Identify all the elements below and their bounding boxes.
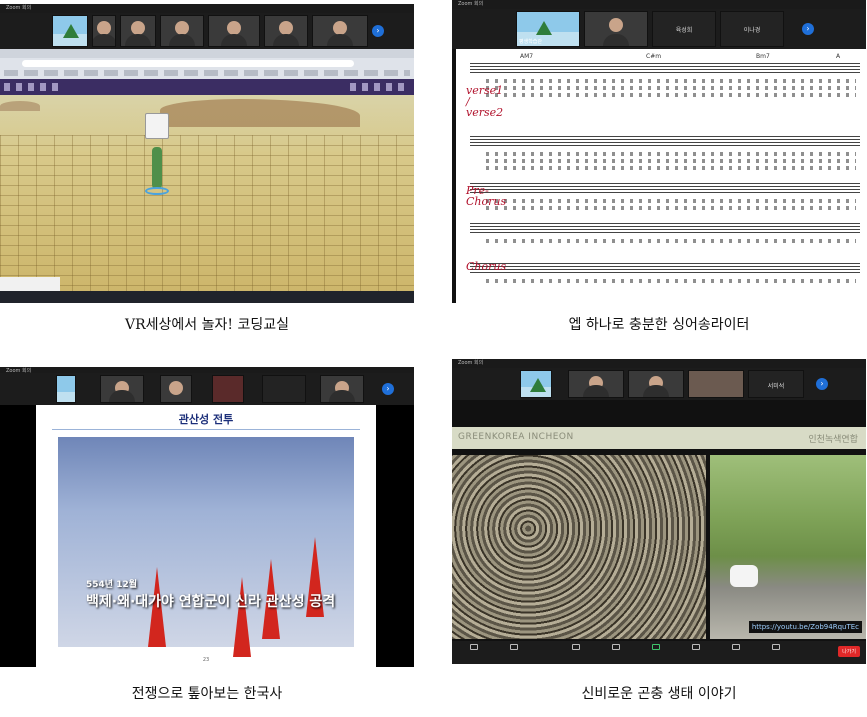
microphone-icon	[470, 644, 478, 650]
browser-chrome	[0, 49, 414, 79]
slide-title: 관산성 전투	[178, 413, 234, 426]
participant-tile[interactable]	[262, 375, 306, 403]
insect-photo	[452, 455, 706, 639]
caption-insect: 신비로운 곤충 생태 이야기	[581, 686, 737, 702]
sheet-music: verse1 / verse2 Pre-Chorus Chorus AM7 C#…	[456, 49, 866, 303]
presentation-slide: 관산성 전투 554년 12월 백제·왜·대가야 연합군이 신라 관산성 공격 …	[36, 405, 376, 667]
caption-vr: VR세상에서 놀자! 코딩교실	[125, 317, 289, 333]
subtitle-date: 554년 12월	[86, 580, 138, 590]
participant-strip: ›	[0, 373, 414, 405]
annotation-verse: verse1 / verse2	[466, 84, 504, 119]
chord-label: A	[836, 53, 841, 60]
participant-tile[interactable]	[212, 375, 244, 403]
chord-label: AM7	[520, 53, 534, 60]
next-page-icon[interactable]: ›	[802, 23, 814, 35]
annotation-chorus: Chorus	[466, 260, 507, 273]
bookmarks-bar	[4, 70, 410, 76]
participant-tile[interactable]	[628, 370, 684, 398]
brand-right: 인천녹색연합	[808, 435, 858, 445]
captions-button[interactable]	[678, 644, 714, 652]
zoom-controls-bar: 나가기	[452, 641, 866, 664]
participant-tile[interactable]: 이나경	[720, 11, 784, 47]
zoom-titlebar: Zoom 회의	[452, 0, 866, 9]
caption-song: 엡 하나로 충분한 싱어송라이터	[568, 317, 750, 333]
windows-taskbar	[0, 291, 414, 303]
vr-editor-toolbar	[0, 79, 414, 95]
brand-left: GREENKOREA INCHEON	[458, 432, 574, 442]
address-bar[interactable]	[22, 60, 354, 67]
transform-gizmo[interactable]	[145, 113, 169, 139]
leave-meeting-button[interactable]: 나가기	[838, 646, 860, 657]
avatar-character[interactable]	[152, 147, 162, 189]
next-page-icon[interactable]: ›	[816, 378, 828, 390]
participant-tile[interactable]	[584, 11, 648, 47]
participant-tile[interactable]	[100, 375, 144, 403]
share-screen-button[interactable]	[638, 644, 674, 652]
participant-tile[interactable]	[568, 370, 624, 398]
camera-icon	[510, 644, 518, 650]
participant-tile[interactable]	[208, 15, 260, 47]
rock-terrain	[0, 101, 40, 111]
apps-icon	[772, 644, 780, 650]
rock-terrain	[160, 99, 360, 127]
mute-button[interactable]	[456, 644, 492, 652]
video-button[interactable]	[496, 644, 532, 652]
participant-strip: ›	[0, 13, 414, 49]
participant-tile[interactable]	[160, 375, 192, 403]
apps-button[interactable]	[758, 644, 794, 652]
participant-tile[interactable]: 육성희	[652, 11, 716, 47]
slide-page-number: 23	[202, 657, 210, 663]
participant-tile[interactable]	[56, 375, 76, 403]
subtitle-main: 백제·왜·대가야 연합군이 신라 관산성 공격	[86, 594, 336, 610]
next-page-icon[interactable]: ›	[372, 25, 384, 37]
captions-icon	[692, 644, 700, 650]
participant-tile[interactable]: 서미석	[748, 370, 804, 398]
participant-tile[interactable]	[520, 370, 552, 398]
reactions-icon	[732, 644, 740, 650]
share-screen-icon	[652, 644, 660, 650]
participant-tile[interactable]	[160, 15, 204, 47]
participant-tile[interactable]	[52, 15, 88, 47]
scene-tools-panel[interactable]	[0, 277, 60, 291]
embedded-video[interactable]: 554년 12월 백제·왜·대가야 연합군이 신라 관산성 공격	[58, 437, 354, 657]
participant-strip: 서미석 ›	[452, 368, 866, 400]
participant-tile[interactable]	[120, 15, 156, 47]
chat-icon	[612, 644, 620, 650]
presentation-header: GREENKOREA INCHEON 인천녹색연합	[452, 427, 866, 449]
chord-label: Bm7	[756, 53, 770, 60]
video-link[interactable]: https://youtu.be/Zob94RquTEc	[748, 621, 862, 633]
annotation-prechorus: Pre-Chorus	[466, 184, 507, 208]
reactions-button[interactable]	[718, 644, 754, 652]
next-page-icon[interactable]: ›	[382, 383, 394, 395]
songwriter-screenshot: Zoom 회의 평생학습관 육성희 이나경 › verse1 / verse2 …	[452, 0, 866, 303]
participant-tile[interactable]	[264, 15, 308, 47]
chat-button[interactable]	[598, 644, 634, 652]
participant-strip: 평생학습관 육성희 이나경 ›	[452, 9, 866, 49]
participants-button[interactable]	[558, 644, 594, 652]
insect-screenshot: Zoom 회의 서미석 › GREENKOREA INCHEON 인천녹색연합 …	[452, 359, 866, 664]
participants-icon	[572, 644, 580, 650]
chord-label: C#m	[646, 53, 662, 60]
vr-screenshot: Zoom 회의 ›	[0, 4, 414, 303]
vr-3d-scene[interactable]	[0, 95, 414, 291]
participant-tile[interactable]: 평생학습관	[516, 11, 580, 47]
caption-history: 전쟁으로 톺아보는 한국사	[131, 686, 283, 702]
gloved-hand	[730, 565, 758, 587]
participant-tile[interactable]	[312, 15, 368, 47]
history-screenshot: Zoom 회의 › 관산성 전투 554년 12월 백제·왜·대가야 연합군이 …	[0, 367, 414, 667]
selection-ring-icon	[145, 187, 169, 195]
participant-tile[interactable]	[320, 375, 364, 403]
participant-tile[interactable]	[92, 15, 116, 47]
participant-tile[interactable]	[688, 370, 744, 398]
zoom-titlebar: Zoom 회의	[0, 4, 414, 13]
zoom-titlebar: Zoom 회의	[452, 359, 866, 368]
field-video[interactable]: https://youtu.be/Zob94RquTEc	[710, 455, 866, 639]
